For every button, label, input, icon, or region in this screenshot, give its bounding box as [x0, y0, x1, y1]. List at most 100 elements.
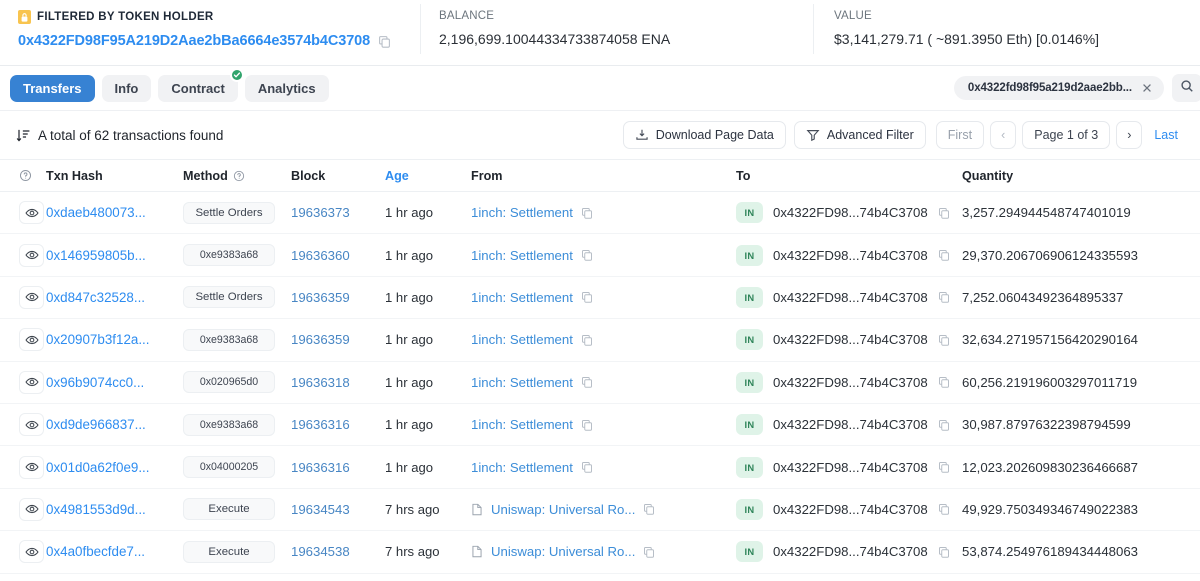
eye-icon[interactable] — [19, 243, 44, 267]
pagination-next-button[interactable]: › — [1116, 121, 1143, 149]
eye-icon[interactable] — [19, 540, 44, 564]
block-link[interactable]: 19636316 — [291, 460, 350, 475]
copy-icon[interactable] — [938, 334, 950, 346]
eye-icon[interactable] — [19, 285, 44, 309]
copy-icon[interactable] — [938, 249, 950, 261]
copy-icon[interactable] — [643, 546, 655, 558]
toolbar-right: Download Page Data Advanced Filter First… — [622, 121, 1184, 149]
to-address-text: 0x4322FD98...74b4C3708 — [773, 374, 928, 390]
age-text: 7 hrs ago — [385, 501, 440, 517]
txn-hash-link[interactable]: 0x146959805b... — [46, 248, 146, 263]
block-link[interactable]: 19634538 — [291, 544, 350, 559]
eye-icon[interactable] — [19, 370, 44, 394]
sort-icon[interactable] — [16, 128, 31, 143]
close-icon[interactable] — [1141, 82, 1153, 94]
txn-hash-link[interactable]: 0x20907b3f12a... — [46, 332, 150, 347]
from-address-link[interactable]: 1inch: Settlement — [471, 290, 573, 305]
copy-icon[interactable] — [938, 376, 950, 388]
column-header-age[interactable]: Age — [385, 169, 471, 183]
txn-hash-link[interactable]: 0xd9de966837... — [46, 417, 146, 432]
copy-icon[interactable] — [938, 461, 950, 473]
question-mark-icon[interactable] — [233, 170, 245, 182]
txn-hash-link[interactable]: 0x4a0fbecfde7... — [46, 544, 145, 559]
copy-icon[interactable] — [581, 376, 593, 388]
tab-label: Contract — [171, 80, 225, 96]
copy-icon[interactable] — [581, 419, 593, 431]
copy-icon[interactable] — [581, 291, 593, 304]
question-mark-icon[interactable] — [19, 169, 32, 182]
txn-hash-link[interactable]: 0xdaeb480073... — [46, 205, 146, 220]
copy-icon[interactable] — [581, 334, 593, 346]
pagination-prev-button[interactable]: ‹ — [990, 121, 1017, 149]
direction-badge: IN — [736, 329, 763, 351]
eye-icon[interactable] — [19, 328, 44, 352]
eye-icon[interactable] — [19, 497, 44, 521]
filtered-by-label: FILTERED BY TOKEN HOLDER — [37, 11, 214, 23]
block-link[interactable]: 19636373 — [291, 205, 350, 220]
block-link[interactable]: 19636359 — [291, 290, 350, 305]
block-link[interactable]: 19634543 — [291, 502, 350, 517]
download-page-data-button[interactable]: Download Page Data — [622, 121, 786, 149]
active-search-filter-pill[interactable]: 0x4322fd98f95a219d2aae2bb... — [953, 76, 1164, 100]
txn-hash-link[interactable]: 0x4981553d9d... — [46, 502, 146, 517]
column-header-method: Method — [183, 169, 291, 183]
block-link[interactable]: 19636359 — [291, 332, 350, 347]
method-badge[interactable]: 0x04000205 — [183, 456, 275, 479]
from-address-link[interactable]: 1inch: Settlement — [471, 332, 573, 347]
copy-icon[interactable] — [938, 291, 950, 304]
method-badge[interactable]: 0xe9383a68 — [183, 244, 275, 267]
row-preview-cell — [0, 413, 46, 437]
copy-icon[interactable] — [938, 546, 950, 558]
token-holder-address-link[interactable]: 0x4322FD98F95A219D2Aae2bBa6664e3574b4C37… — [18, 33, 370, 49]
pagination-first-button[interactable]: First — [935, 121, 985, 149]
tab-contract[interactable]: Contract — [158, 67, 244, 102]
copy-icon[interactable] — [643, 503, 655, 516]
copy-icon[interactable] — [378, 35, 391, 48]
tab-info[interactable]: Info — [101, 74, 152, 102]
copy-icon[interactable] — [581, 249, 593, 261]
from-address-link[interactable]: 1inch: Settlement — [471, 375, 573, 390]
from-cell: 1inch: Settlement — [471, 205, 736, 220]
search-button[interactable] — [1172, 74, 1200, 102]
age-text: 7 hrs ago — [385, 544, 440, 560]
eye-icon[interactable] — [19, 455, 44, 479]
from-address-link[interactable]: Uniswap: Universal Ro... — [491, 502, 635, 517]
method-badge[interactable]: Settle Orders — [183, 286, 275, 309]
copy-icon[interactable] — [938, 503, 950, 516]
quantity-text: 49,929.750349346749022383 — [962, 501, 1139, 517]
txn-hash-cell: 0x01d0a62f0e9... — [46, 460, 183, 475]
from-address-link[interactable]: Uniswap: Universal Ro... — [491, 544, 635, 559]
copy-icon[interactable] — [938, 207, 950, 219]
eye-icon[interactable] — [19, 201, 44, 225]
tab-analytics[interactable]: Analytics — [244, 74, 329, 102]
method-badge[interactable]: 0xe9383a68 — [183, 328, 275, 351]
method-badge[interactable]: Settle Orders — [183, 201, 275, 224]
tab-transfers[interactable]: Transfers — [10, 74, 95, 102]
txn-hash-link[interactable]: 0x01d0a62f0e9... — [46, 460, 150, 475]
txn-hash-link[interactable]: 0xd847c32528... — [46, 290, 145, 305]
value-amount: $3,141,279.71 ( ~891.3950 Eth) [0.0146%] — [834, 31, 1100, 47]
transfers-table: Txn Hash Method Block Age From To Quanti… — [0, 159, 1200, 574]
copy-icon[interactable] — [581, 207, 593, 219]
block-link[interactable]: 19636316 — [291, 417, 350, 432]
copy-icon[interactable] — [581, 461, 593, 473]
from-address-link[interactable]: 1inch: Settlement — [471, 417, 573, 432]
method-badge[interactable]: Execute — [183, 540, 275, 563]
from-address-link[interactable]: 1inch: Settlement — [471, 460, 573, 475]
from-address-link[interactable]: 1inch: Settlement — [471, 248, 573, 263]
copy-icon[interactable] — [938, 419, 950, 431]
method-badge[interactable]: Execute — [183, 498, 275, 521]
method-badge[interactable]: 0x020965d0 — [183, 371, 275, 394]
advanced-filter-label: Advanced Filter — [826, 128, 914, 142]
search-filter-text: 0x4322fd98f95a219d2aae2bb... — [967, 82, 1132, 94]
eye-icon[interactable] — [19, 413, 44, 437]
advanced-filter-button[interactable]: Advanced Filter — [793, 121, 926, 149]
method-badge[interactable]: 0xe9383a68 — [183, 413, 275, 436]
txn-hash-link[interactable]: 0x96b9074cc0... — [46, 375, 144, 390]
block-link[interactable]: 19636360 — [291, 248, 350, 263]
to-address-text: 0x4322FD98...74b4C3708 — [773, 417, 928, 433]
pagination-last-button[interactable]: Last — [1148, 122, 1184, 148]
quantity-cell: 12,023.202609830236466687 — [962, 460, 1200, 475]
from-address-link[interactable]: 1inch: Settlement — [471, 205, 573, 220]
block-link[interactable]: 19636318 — [291, 375, 350, 390]
